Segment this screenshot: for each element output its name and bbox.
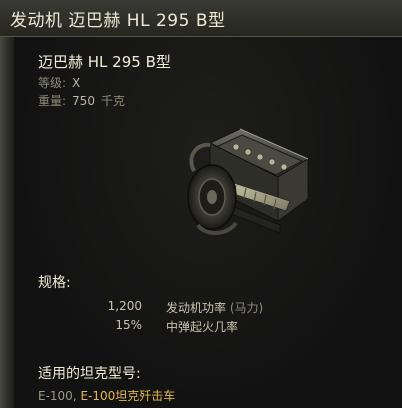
weight-value: 750: [72, 94, 95, 108]
weight-label: 重量:: [38, 94, 67, 108]
compatible-tanks-list: E-100, E-100坦克歼击车: [38, 387, 175, 404]
spec-name-text: 发动机功率: [166, 301, 227, 315]
spec-name: 中弹起火几率: [166, 318, 238, 335]
background-edge: [0, 0, 14, 408]
tooltip-title: 发动机 迈巴赫 HL 295 B型: [10, 11, 226, 31]
weight-row: 重量: 750 千克: [38, 92, 125, 109]
tank-name-current: E-100坦克歼击车: [80, 389, 176, 403]
tier-value: X: [72, 76, 81, 90]
spec-value: 15%: [115, 318, 142, 332]
tank-name: E-100: [38, 389, 73, 403]
tier-label: 等级:: [38, 76, 67, 90]
tooltip-header: 发动机 迈巴赫 HL 295 B型: [0, 0, 402, 37]
weight-unit: 千克: [100, 94, 125, 108]
spec-row-power: 1,200 发动机功率 (马力): [14, 299, 402, 317]
module-name: 迈巴赫 HL 295 B型: [38, 53, 171, 71]
spec-row-fire-chance: 15% 中弹起火几率: [14, 318, 402, 336]
module-tooltip-panel: 迈巴赫 HL 295 B型 等级: X 重量: 750 千克 规格: 1,200…: [14, 37, 402, 408]
compatible-tanks-title: 适用的坦克型号:: [38, 366, 141, 382]
spec-unit: (马力): [229, 301, 264, 315]
specs-title: 规格:: [38, 275, 71, 291]
spec-name: 发动机功率 (马力): [166, 299, 263, 316]
engine-icon: [180, 125, 312, 240]
spec-name-text: 中弹起火几率: [166, 320, 239, 334]
tier-row: 等级: X: [38, 74, 80, 91]
spec-value: 1,200: [107, 299, 142, 313]
